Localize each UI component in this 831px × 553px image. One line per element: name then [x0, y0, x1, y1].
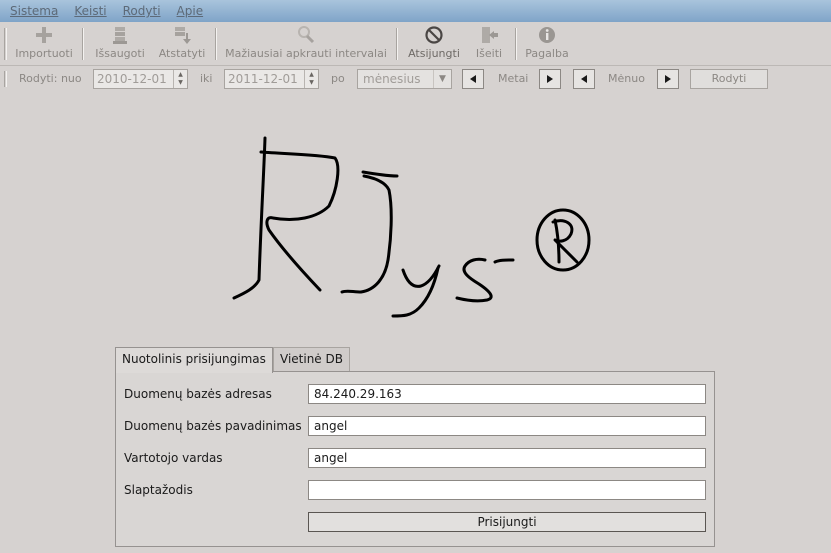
no-entry-icon — [423, 24, 445, 46]
least-loaded-label: Mažiausiai apkrauti intervalai — [225, 47, 387, 60]
tab-remote-login[interactable]: Nuotolinis prisijungimas — [115, 347, 273, 373]
filter-bar-grip[interactable] — [4, 71, 7, 87]
by-label: po — [331, 72, 345, 85]
import-button[interactable]: Importuoti — [14, 24, 74, 64]
plus-icon — [33, 24, 55, 46]
to-label: iki — [200, 72, 213, 85]
to-date-value: 2011-12-01 — [228, 72, 298, 86]
menu-bar: Sistema Keisti Rodyti Apie — [0, 0, 831, 22]
save-button[interactable]: Išsaugoti — [92, 24, 148, 64]
toolbar: Importuoti Išsaugoti Atstatyti Mažiausia… — [0, 22, 831, 66]
magnifier-icon — [295, 24, 317, 46]
disconnect-button[interactable]: Atsijungti — [405, 24, 463, 64]
exit-button[interactable]: Išeiti — [470, 24, 508, 64]
username-input[interactable]: angel — [308, 448, 706, 468]
tab-local-db[interactable]: Vietinė DB — [273, 347, 350, 372]
menu-rodyti[interactable]: Rodyti — [123, 4, 161, 18]
connect-button[interactable]: Prisijungti — [308, 512, 706, 532]
db-address-input[interactable]: 84.240.29.163 — [308, 384, 706, 404]
triangle-right-icon — [665, 75, 671, 83]
restore-button[interactable]: Atstatyti — [156, 24, 208, 64]
show-button[interactable]: Rodyti — [690, 69, 768, 89]
import-label: Importuoti — [15, 47, 73, 60]
db-name-label: Duomenų bazės pavadinimas — [124, 419, 302, 433]
password-input[interactable] — [308, 480, 706, 500]
toolbar-separator — [215, 28, 217, 60]
info-icon — [536, 24, 558, 46]
remote-login-panel: Duomenų bazės adresas 84.240.29.163 Duom… — [115, 371, 715, 547]
triangle-left-icon — [470, 75, 476, 83]
period-value: mėnesius — [363, 72, 421, 86]
save-label: Išsaugoti — [95, 47, 145, 60]
spinner-arrows-icon[interactable]: ▲ ▼ — [304, 70, 318, 88]
restore-label: Atstatyti — [158, 47, 206, 60]
least-loaded-intervals-button[interactable]: Mažiausiai apkrauti intervalai — [224, 24, 388, 64]
toolbar-grip[interactable] — [4, 28, 7, 60]
db-address-label: Duomenų bazės adresas — [124, 387, 272, 401]
rjys-logo — [232, 136, 591, 318]
username-label: Vartotojo vardas — [124, 451, 223, 465]
triangle-left-icon — [581, 75, 587, 83]
year-next-button[interactable] — [539, 69, 561, 89]
period-select[interactable]: mėnesius ▼ — [357, 69, 452, 89]
toolbar-separator — [515, 28, 517, 60]
menu-apie[interactable]: Apie — [177, 4, 204, 18]
database-save-icon — [109, 24, 131, 46]
password-label: Slaptažodis — [124, 483, 193, 497]
toolbar-separator — [82, 28, 84, 60]
database-restore-icon — [171, 24, 193, 46]
spinner-arrows-icon[interactable]: ▲ ▼ — [173, 70, 187, 88]
from-date-spinner[interactable]: 2010-12-01 ▲ ▼ — [93, 69, 188, 89]
from-label: Rodyti: nuo — [19, 72, 82, 85]
exit-label: Išeiti — [475, 47, 503, 60]
year-previous-button[interactable] — [462, 69, 484, 89]
chevron-down-icon: ▼ — [433, 70, 451, 88]
month-label: Mėnuo — [608, 72, 645, 85]
menu-sistema[interactable]: Sistema — [10, 4, 58, 18]
triangle-right-icon — [547, 75, 553, 83]
disconnect-label: Atsijungti — [408, 47, 460, 60]
toolbar-separator — [396, 28, 398, 60]
month-previous-button[interactable] — [573, 69, 595, 89]
filter-bar: Rodyti: nuo 2010-12-01 ▲ ▼ iki 2011-12-01… — [0, 66, 831, 92]
db-name-input[interactable]: angel — [308, 416, 706, 436]
year-label: Metai — [498, 72, 529, 85]
to-date-spinner[interactable]: 2011-12-01 ▲ ▼ — [224, 69, 319, 89]
exit-door-icon — [478, 24, 500, 46]
from-date-value: 2010-12-01 — [97, 72, 167, 86]
month-next-button[interactable] — [657, 69, 679, 89]
help-label: Pagalba — [525, 47, 569, 60]
menu-keisti[interactable]: Keisti — [74, 4, 106, 18]
help-button[interactable]: Pagalba — [522, 24, 572, 64]
